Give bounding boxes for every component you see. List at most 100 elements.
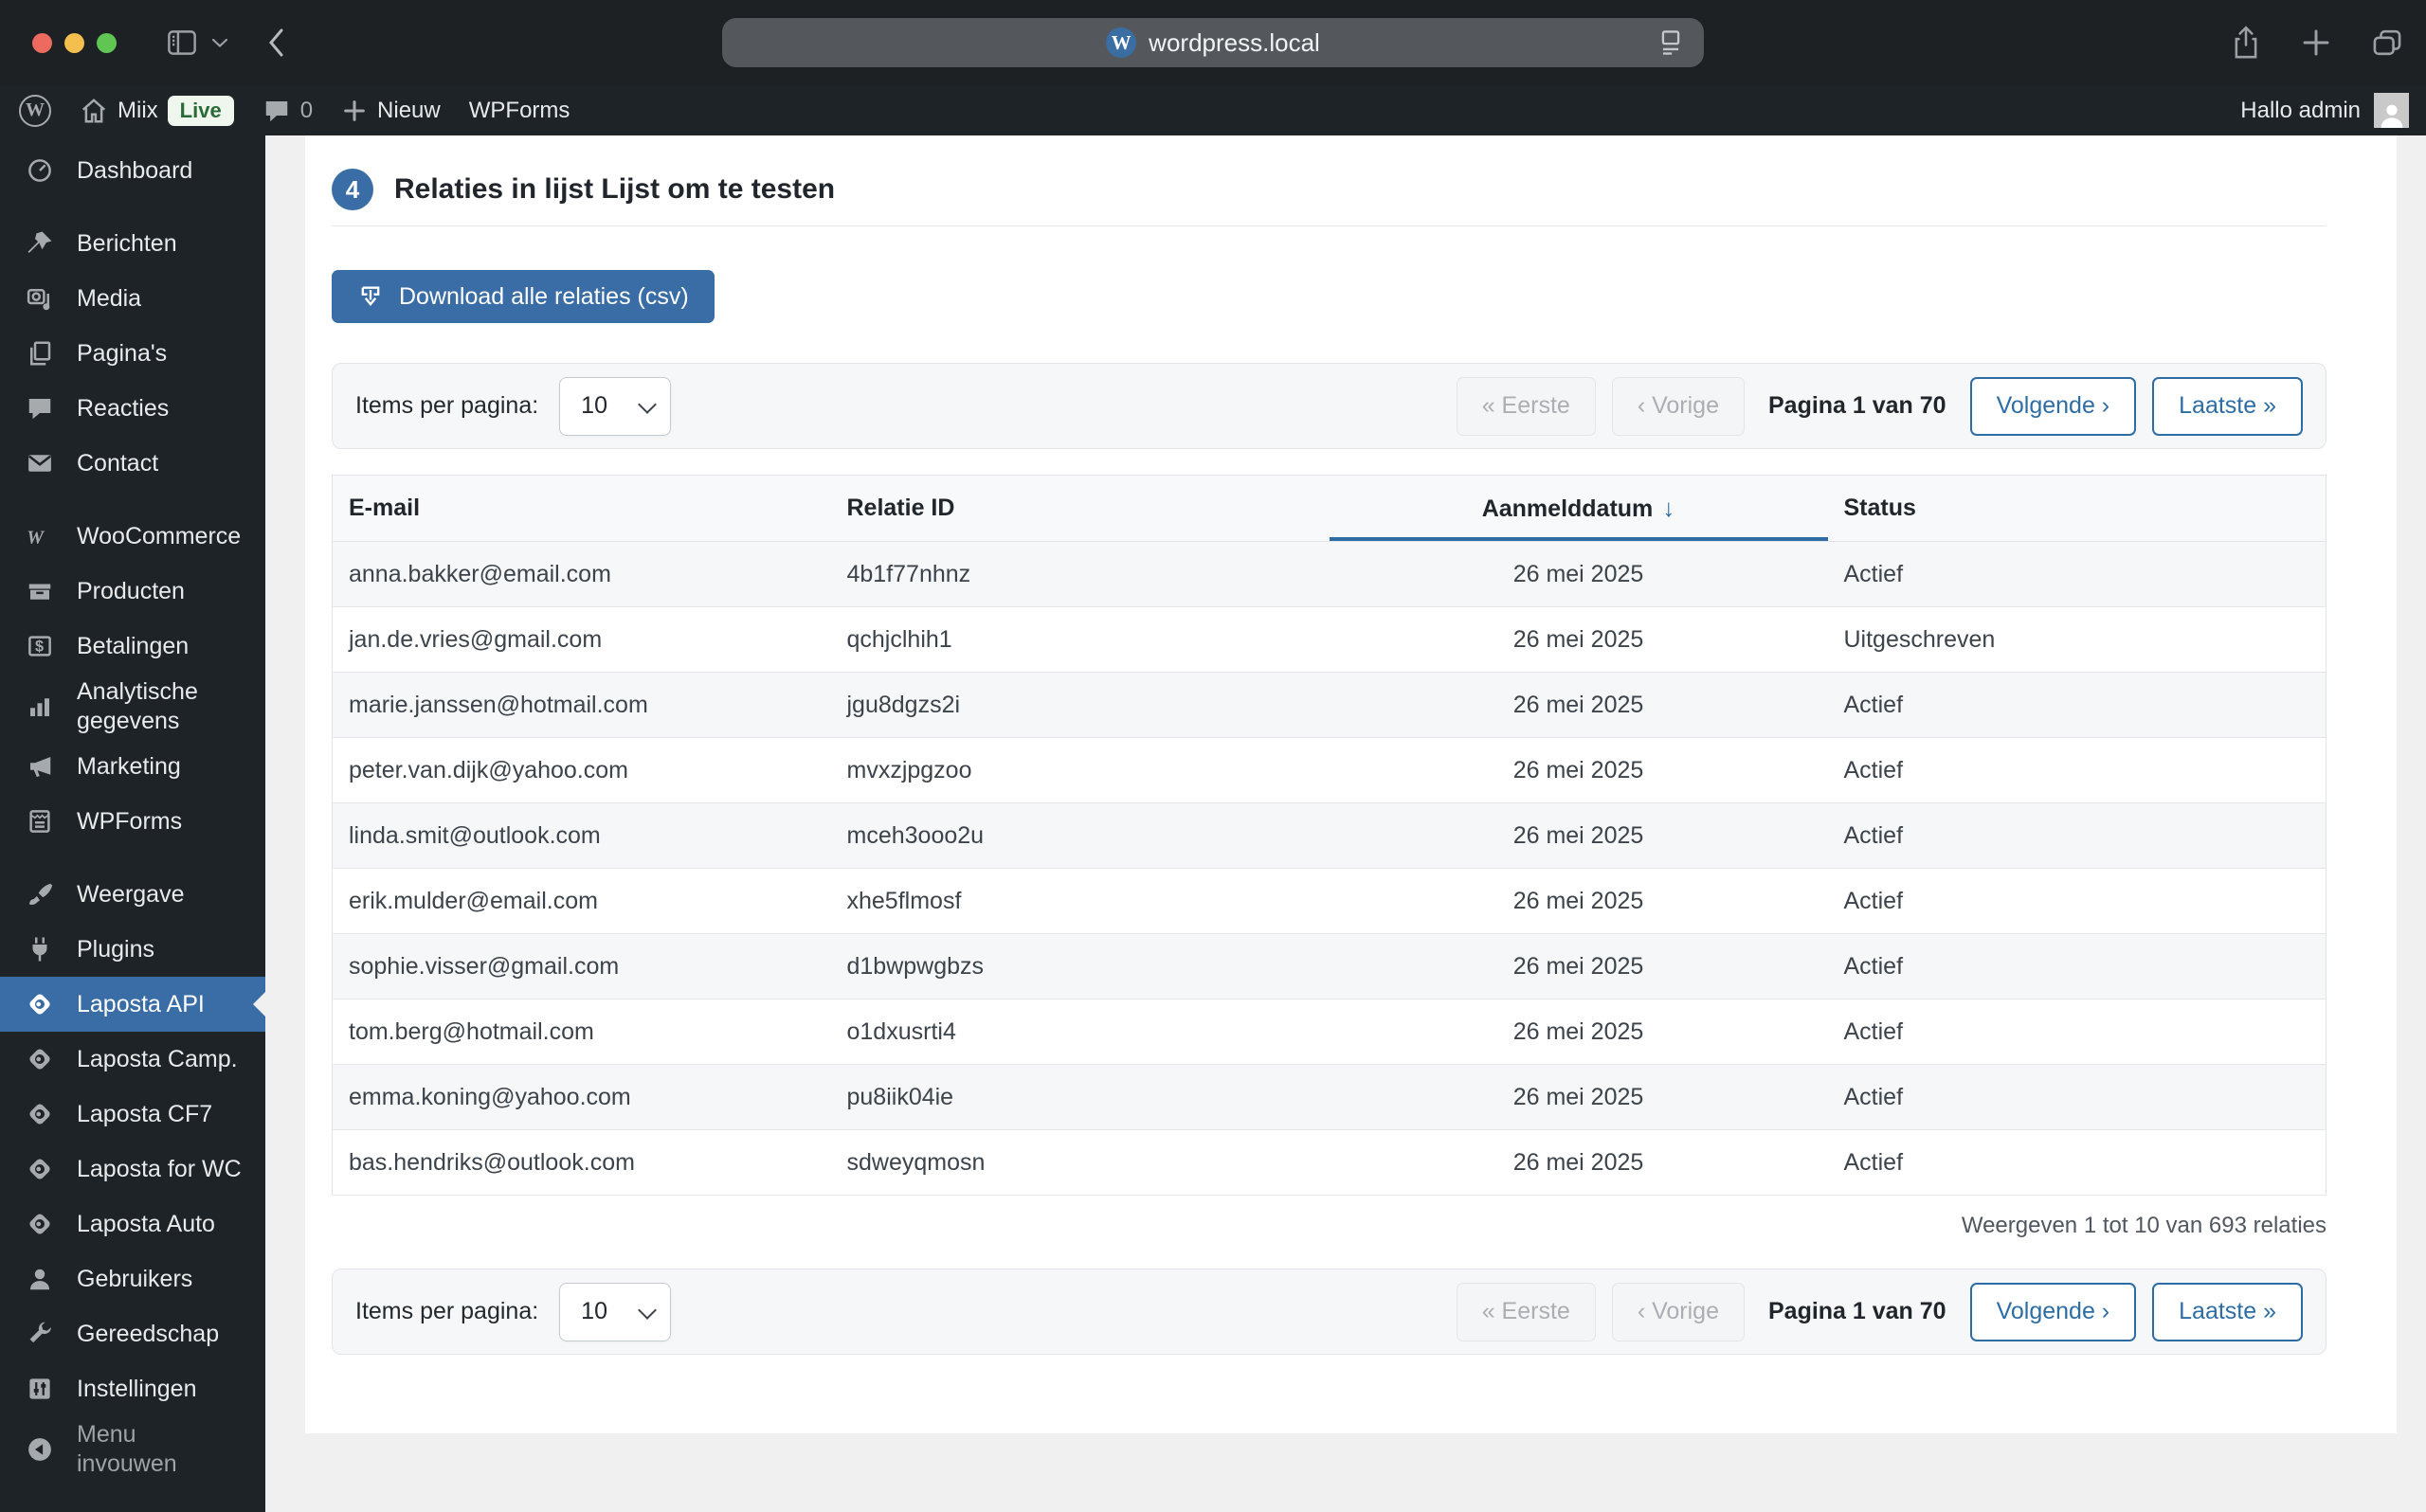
prev-page-button[interactable]: ‹ Vorige bbox=[1611, 1282, 1745, 1341]
sidebar-item-gebruikers[interactable]: Gebruikers bbox=[0, 1251, 265, 1306]
wpforms-menu[interactable]: WPForms bbox=[455, 85, 585, 135]
cell-signup-date: 26 mei 2025 bbox=[1329, 606, 1828, 673]
sidebar-item-laposta-auto[interactable]: Laposta Auto bbox=[0, 1197, 265, 1251]
sidebar-item-contact[interactable]: Contact bbox=[0, 436, 265, 491]
pin-icon bbox=[26, 229, 56, 258]
sidebar-item-wpforms[interactable]: WPForms bbox=[0, 794, 265, 849]
comments-menu[interactable]: 0 bbox=[248, 85, 327, 135]
sidebar-item-instellingen[interactable]: Instellingen bbox=[0, 1361, 265, 1416]
items-per-page-value: 10 bbox=[581, 392, 607, 419]
window-controls[interactable] bbox=[32, 32, 117, 53]
reader-view-icon[interactable] bbox=[1658, 28, 1683, 57]
cell-signup-date: 26 mei 2025 bbox=[1329, 1129, 1828, 1196]
pages-icon bbox=[26, 339, 56, 368]
cell-signup-date: 26 mei 2025 bbox=[1329, 802, 1828, 869]
page-title: Relaties in lijst Lijst om te testen bbox=[394, 173, 836, 205]
sidebar-item-pagina-s[interactable]: Pagina's bbox=[0, 326, 265, 381]
address-bar[interactable]: W wordpress.local bbox=[722, 18, 1704, 67]
column-header-email[interactable]: E-mail bbox=[332, 475, 831, 542]
section-heading: 4 Relaties in lijst Lijst om te testen bbox=[332, 169, 2326, 210]
site-name: Miix bbox=[118, 97, 158, 123]
sidebar-item-gereedschap[interactable]: Gereedschap bbox=[0, 1306, 265, 1361]
sort-desc-arrow-icon: ↓ bbox=[1662, 494, 1675, 522]
sidebar-item-media[interactable]: Media bbox=[0, 271, 265, 326]
media-icon bbox=[26, 284, 56, 313]
sidebar-item-label: Gereedschap bbox=[77, 1320, 220, 1347]
table-row: sophie.visser@gmail.com d1bwpwgbzs 26 mei … bbox=[332, 933, 2326, 999]
close-window-button[interactable] bbox=[32, 32, 52, 53]
content-card: 4 Relaties in lijst Lijst om te testen D… bbox=[305, 135, 2397, 1433]
chevron-down-icon[interactable] bbox=[211, 37, 228, 48]
sidebar-item-dashboard[interactable]: Dashboard bbox=[0, 143, 265, 198]
relations-table: E-mail Relatie ID Aanmelddatum ↓ Status a… bbox=[332, 475, 2326, 1196]
sidebar-item-berichten[interactable]: Berichten bbox=[0, 216, 265, 271]
sidebar-item-menu-invouwen[interactable]: Menu invouwen bbox=[0, 1416, 265, 1482]
last-page-button[interactable]: Laatste » bbox=[2152, 1282, 2303, 1341]
sidebar-item-marketing[interactable]: Marketing bbox=[0, 739, 265, 794]
sidebar-item-laposta-cf7[interactable]: Laposta CF7 bbox=[0, 1087, 265, 1142]
table-row: erik.mulder@email.com xhe5flmosf 26 mei 20… bbox=[332, 868, 2326, 934]
heading-divider bbox=[332, 225, 2326, 226]
wpforms-icon bbox=[26, 807, 56, 836]
cell-relation-id: qchjclhih1 bbox=[830, 606, 1330, 673]
back-button[interactable] bbox=[266, 26, 287, 60]
last-page-button[interactable]: Laatste » bbox=[2152, 376, 2303, 436]
table-row: peter.van.dijk@yahoo.com mvxzjpgzoo 26 mei… bbox=[332, 737, 2326, 803]
comment-bubble-icon bbox=[263, 97, 291, 125]
column-header-signup-date[interactable]: Aanmelddatum ↓ bbox=[1329, 475, 1828, 542]
sidebar-item-plugins[interactable]: Plugins bbox=[0, 922, 265, 977]
prev-page-button[interactable]: ‹ Vorige bbox=[1611, 376, 1745, 436]
items-per-page-select[interactable]: 10 bbox=[559, 1282, 672, 1341]
zoom-window-button[interactable] bbox=[97, 32, 117, 53]
tab-overview-icon[interactable] bbox=[2371, 27, 2403, 58]
comment-count: 0 bbox=[299, 97, 314, 123]
cell-status: Actief bbox=[1827, 541, 2326, 607]
box-icon bbox=[26, 577, 56, 605]
column-header-relation-id[interactable]: Relatie ID bbox=[830, 475, 1330, 542]
cell-status: Actief bbox=[1827, 802, 2326, 869]
sidebar-item-producten[interactable]: Producten bbox=[0, 564, 265, 619]
sidebar-item-label: Media bbox=[77, 284, 142, 312]
table-row: jan.de.vries@gmail.com qchjclhih1 26 mei 2… bbox=[332, 606, 2326, 673]
sidebar-item-label: Betalingen bbox=[77, 632, 190, 659]
cell-email: linda.smit@outlook.com bbox=[332, 802, 831, 869]
sidebar-item-woocommerce[interactable]: W WooCommerce bbox=[0, 509, 265, 564]
laposta-icon bbox=[26, 990, 56, 1018]
step-number-badge: 4 bbox=[332, 169, 373, 210]
plus-icon bbox=[341, 98, 368, 124]
sidebar-item-label: Dashboard bbox=[77, 156, 193, 184]
sidebar-item-laposta-api[interactable]: Laposta API bbox=[0, 977, 265, 1032]
sidebar-item-weergave[interactable]: Weergave bbox=[0, 867, 265, 922]
sidebar-item-laposta-camp-[interactable]: Laposta Camp. bbox=[0, 1032, 265, 1087]
sidebar-toggle-icon[interactable] bbox=[166, 28, 198, 57]
next-page-button[interactable]: Volgende › bbox=[1969, 376, 2137, 436]
next-page-button[interactable]: Volgende › bbox=[1969, 1282, 2137, 1341]
wordpress-logo-icon: W bbox=[19, 94, 51, 127]
admin-sidebar: Dashboard Berichten Media Pagina's Reacties C… bbox=[0, 135, 265, 1512]
first-page-button[interactable]: « Eerste bbox=[1456, 376, 1596, 436]
wordpress-favicon: W bbox=[1106, 27, 1137, 58]
download-csv-button[interactable]: Download alle relaties (csv) bbox=[332, 270, 715, 323]
sidebar-item-analytische-gegevens[interactable]: Analytische gegevens bbox=[0, 674, 265, 739]
cell-relation-id: jgu8dgzs2i bbox=[830, 672, 1330, 738]
cell-email: marie.janssen@hotmail.com bbox=[332, 672, 831, 738]
new-tab-icon[interactable] bbox=[2301, 27, 2331, 58]
sidebar-item-betalingen[interactable]: $ Betalingen bbox=[0, 619, 265, 674]
column-header-status[interactable]: Status bbox=[1827, 475, 2326, 542]
my-account-menu[interactable]: Hallo admin bbox=[2240, 93, 2426, 128]
share-icon[interactable] bbox=[2231, 25, 2261, 61]
first-page-button[interactable]: « Eerste bbox=[1456, 1282, 1596, 1341]
cell-relation-id: d1bwpwgbzs bbox=[830, 933, 1330, 999]
sidebar-item-reacties[interactable]: Reacties bbox=[0, 381, 265, 436]
site-name-menu[interactable]: Miix Live bbox=[65, 85, 248, 135]
browser-chrome: W wordpress.local bbox=[0, 0, 2426, 85]
items-per-page-value: 10 bbox=[581, 1298, 607, 1324]
sidebar-item-laposta-for-wc[interactable]: Laposta for WC bbox=[0, 1142, 265, 1197]
cell-email: anna.bakker@email.com bbox=[332, 541, 831, 607]
minimize-window-button[interactable] bbox=[64, 32, 84, 53]
items-per-page-select[interactable]: 10 bbox=[559, 376, 672, 436]
live-badge: Live bbox=[167, 95, 234, 126]
wp-admin-bar: W Miix Live 0 Nieuw WPForms Hallo admin bbox=[0, 85, 2426, 135]
new-content-menu[interactable]: Nieuw bbox=[327, 85, 455, 135]
wp-logo-menu[interactable]: W bbox=[0, 85, 65, 135]
